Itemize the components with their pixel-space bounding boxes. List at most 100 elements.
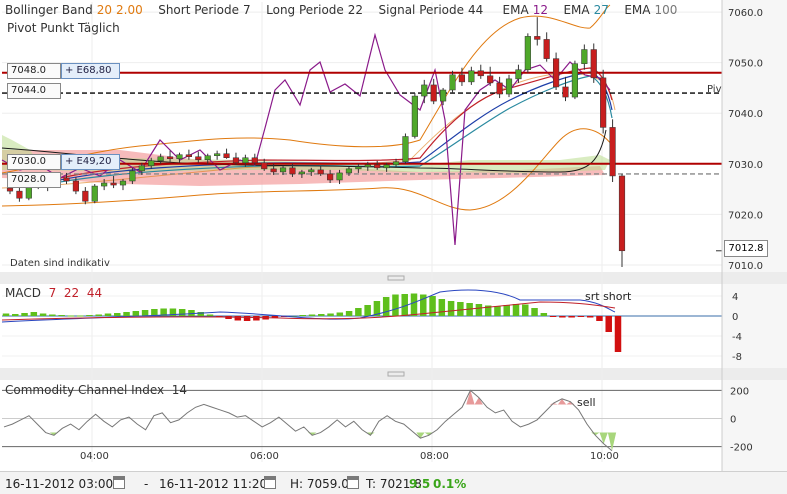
date-range-bar: 16-11-2012 03:00 - 16-11-2012 11:20 H: 7… (0, 471, 787, 494)
y-tick-label: 7040.0 (728, 109, 763, 120)
cci-tick-label: 0 (730, 415, 736, 426)
macd-histogram-bar (540, 313, 548, 316)
macd-tick-label: 4 (732, 292, 738, 303)
trading-chart: 7060.0 7050.0 7040.0 7030.0 7020.0 7010.0 04:0… (0, 0, 787, 494)
price-box-7044[interactable]: 7044.0 (7, 83, 61, 99)
macd-histogram-bar (614, 316, 622, 352)
candle-body (553, 58, 560, 88)
candle-body (411, 95, 418, 137)
macd-histogram-bar (447, 301, 455, 316)
macd-histogram-bar (234, 316, 242, 321)
candle-body (91, 185, 98, 202)
macd-histogram-bar (318, 314, 325, 316)
candle-body (374, 164, 381, 169)
macd-title: MACD 7 22 44 (5, 286, 102, 300)
macd-histogram-bar (86, 315, 93, 316)
y-tick-label: 7020.0 (728, 210, 763, 221)
candle-body (402, 136, 409, 163)
macd-histogram-bar (132, 311, 140, 316)
candle-body (609, 127, 616, 177)
x-tick-label: 06:00 (250, 451, 279, 462)
legend-ema27-label: EMA (563, 3, 590, 17)
macd-histogram-bar (39, 313, 47, 316)
pivot-title: Pivot Punkt Täglich (7, 21, 120, 35)
macd-histogram-bar (104, 313, 112, 316)
candle-body (336, 172, 343, 181)
candle (600, 69, 607, 134)
candle-body (364, 164, 371, 168)
panel-separator-2 (0, 368, 787, 380)
candle (402, 133, 409, 164)
price-box-7030[interactable]: 7030.0 (7, 154, 61, 170)
macd-histogram-bar (605, 316, 612, 332)
candle-body (317, 169, 324, 175)
legend-short-label: Short Periode (158, 3, 240, 17)
calendar-from-icon[interactable] (113, 476, 125, 489)
candle-body (289, 167, 296, 175)
candle (91, 184, 98, 204)
candle-body (327, 173, 334, 181)
candle-body (63, 177, 70, 182)
candle-body (345, 168, 353, 174)
candle-body (261, 162, 268, 170)
macd-histogram-bar (141, 310, 149, 316)
legend-ema100-label: EMA (624, 3, 651, 17)
legend-bollinger-dev: 2.00 (116, 3, 143, 17)
macd-histogram-bar (21, 313, 28, 316)
candle-body (232, 157, 240, 164)
candle-body (6, 187, 14, 192)
candle-body (468, 70, 475, 83)
candle-body (72, 180, 79, 192)
cci-annotation: sell (577, 396, 596, 409)
macd-histogram-bar (355, 308, 362, 316)
candle-body (355, 166, 362, 170)
macd-histogram-bar (253, 316, 260, 321)
macd-histogram-bar (475, 304, 483, 316)
macd-histogram-bar (457, 302, 464, 316)
candle-body (176, 154, 183, 160)
order-box-e68[interactable]: + E68,80 (61, 63, 120, 79)
candle-body (101, 182, 108, 187)
legend-signal-value: 44 (468, 3, 484, 17)
price-box-7048[interactable]: 7048.0 (7, 63, 61, 79)
macd-histogram-bar (577, 316, 585, 317)
macd-histogram-bar (586, 316, 594, 318)
cci-title: Commodity Channel Index 14 (5, 383, 187, 397)
candle-body (618, 175, 626, 252)
y-tick-label: 7050.0 (728, 59, 763, 70)
candle-body (16, 190, 23, 199)
calendar-high-icon[interactable] (347, 476, 359, 489)
candle-body (421, 84, 428, 97)
macd-histogram-bar (30, 312, 38, 316)
candle-body (214, 153, 221, 156)
axis-background (722, 0, 787, 471)
order-box-e49[interactable]: + E49,20 (61, 154, 120, 170)
macd-histogram-bar (178, 309, 186, 316)
candle-body (392, 161, 400, 166)
macd-histogram-bar (512, 304, 520, 316)
candle-body (581, 49, 588, 64)
legend-bollinger-label: Bollinger Band (5, 3, 93, 17)
candle-body (129, 170, 136, 182)
macd-label: MACD (5, 286, 41, 300)
date-to[interactable]: 16-11-2012 11:20 (159, 477, 267, 491)
macd-histogram-bar (2, 313, 10, 316)
legend-ema27-value: 27 (593, 3, 609, 17)
macd-tick-label: -8 (732, 352, 742, 363)
calendar-to-icon[interactable] (264, 476, 276, 489)
candle-body (110, 182, 117, 186)
macd-histogram-bar (67, 315, 75, 317)
candle-body (223, 153, 230, 158)
macd-histogram-bar (123, 312, 130, 316)
macd-histogram-bar (95, 314, 102, 316)
macd-histogram-bar (364, 305, 371, 316)
candle-body (242, 157, 249, 164)
candle-body (270, 168, 277, 173)
macd-annotation: srt short (585, 290, 632, 303)
cci-label: Commodity Channel Index (5, 383, 165, 397)
date-from[interactable]: 16-11-2012 03:00 (5, 477, 113, 491)
price-box-7028[interactable]: 7028.0 (7, 172, 61, 188)
candle-body (487, 75, 494, 84)
candle-body (571, 63, 578, 98)
candle-body (195, 156, 202, 161)
